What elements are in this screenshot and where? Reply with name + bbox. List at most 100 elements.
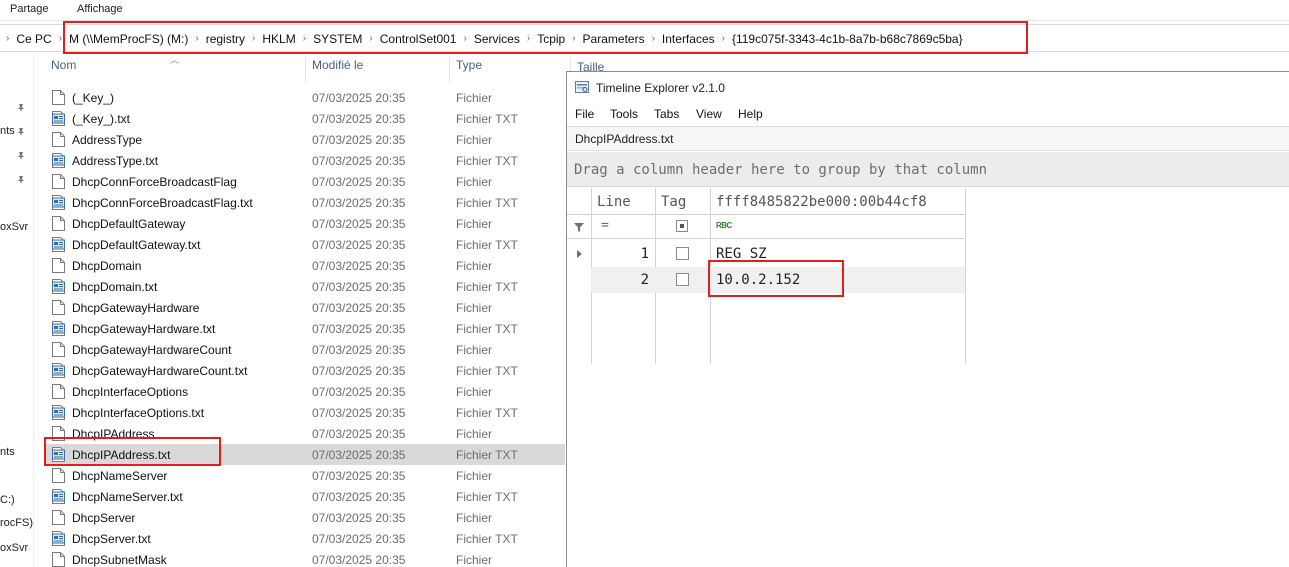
file-row[interactable]: DhcpNameServer.txt 07/03/2025 20:35 Fichie…	[44, 486, 565, 507]
menu-bar: File Tools Tabs View Help	[567, 102, 1289, 126]
file-row[interactable]: DhcpConnForceBroadcastFlag 07/03/2025 20:…	[44, 171, 565, 192]
file-row[interactable]: DhcpGatewayHardware 07/03/2025 20:35 Fichi…	[44, 297, 565, 318]
text-file-icon	[52, 195, 65, 210]
text-file-icon	[52, 363, 65, 378]
file-row[interactable]: AddressType 07/03/2025 20:35 Fichier	[44, 129, 565, 150]
path-highlight-box	[63, 21, 1028, 54]
ribbon-tab-partage[interactable]: Partage	[10, 3, 49, 15]
file-type: Fichier	[456, 469, 493, 483]
row-tag-checkbox[interactable]	[676, 273, 689, 286]
document-tab-bar: DhcpIPAddress.txt	[567, 126, 1289, 151]
file-type: Fichier TXT	[456, 280, 518, 294]
column-divider[interactable]	[449, 58, 450, 82]
nav-item-label[interactable]: oxSvr	[0, 221, 28, 233]
file-row[interactable]: (_Key_) 07/03/2025 20:35 Fichier	[44, 87, 565, 108]
menu-view[interactable]: View	[696, 107, 722, 121]
file-row[interactable]: (_Key_).txt 07/03/2025 20:35 Fichier TXT	[44, 108, 565, 129]
file-row[interactable]: AddressType.txt 07/03/2025 20:35 Fichier T…	[44, 150, 565, 171]
group-by-panel[interactable]: Drag a column header here to group by th…	[567, 152, 1289, 187]
file-modified-date: 07/03/2025 20:35	[312, 280, 406, 294]
file-modified-date: 07/03/2025 20:35	[312, 385, 406, 399]
pin-icon[interactable]	[16, 175, 26, 185]
file-name: DhcpDefaultGateway	[72, 217, 186, 231]
column-header-name[interactable]: Nom	[51, 58, 76, 80]
menu-help[interactable]: Help	[738, 107, 763, 121]
file-name: AddressType.txt	[72, 154, 159, 168]
file-modified-date: 07/03/2025 20:35	[312, 91, 406, 105]
file-name: DhcpDomain.txt	[72, 280, 158, 294]
nav-item-label[interactable]: nts	[0, 125, 15, 137]
file-row[interactable]: DhcpInterfaceOptions.txt 07/03/2025 20:35…	[44, 402, 565, 423]
string-type-filter-icon[interactable]: RBC	[716, 221, 732, 230]
line-filter-operator[interactable]: =	[601, 218, 609, 233]
nav-item-label[interactable]: nts	[0, 446, 15, 458]
file-modified-date: 07/03/2025 20:35	[312, 406, 406, 420]
column-header-value[interactable]: ffff8485822be000:00b44cf8	[716, 194, 927, 210]
cell-line: 1	[640, 246, 649, 262]
file-row[interactable]: DhcpServer 07/03/2025 20:35 Fichier	[44, 507, 565, 528]
column-header-tag[interactable]: Tag	[661, 194, 686, 210]
file-type: Fichier TXT	[456, 112, 518, 126]
blank-file-icon	[52, 132, 65, 147]
ip-value-highlight-box	[708, 260, 844, 297]
file-type: Fichier TXT	[456, 322, 518, 336]
grid-line	[965, 188, 966, 364]
chevron-right-icon[interactable]: ›	[59, 33, 62, 44]
file-modified-date: 07/03/2025 20:35	[312, 196, 406, 210]
blank-file-icon	[52, 300, 65, 315]
blank-file-icon	[52, 90, 65, 105]
blank-file-icon	[52, 552, 65, 567]
file-row[interactable]: DhcpConnForceBroadcastFlag.txt 07/03/2025…	[44, 192, 565, 213]
pin-icon[interactable]	[16, 151, 26, 161]
file-row[interactable]: DhcpDomain.txt 07/03/2025 20:35 Fichier TX…	[44, 276, 565, 297]
file-name: DhcpSubnetMask	[72, 553, 167, 567]
file-row[interactable]: DhcpDefaultGateway 07/03/2025 20:35 Fichie…	[44, 213, 565, 234]
file-modified-date: 07/03/2025 20:35	[312, 154, 406, 168]
text-file-icon	[52, 237, 65, 252]
text-file-icon	[52, 405, 65, 420]
file-row[interactable]: DhcpDefaultGateway.txt 07/03/2025 20:35 Fi…	[44, 234, 565, 255]
file-name: (_Key_).txt	[72, 112, 131, 126]
nav-item-label[interactable]: oxSvr	[0, 542, 28, 554]
column-divider[interactable]	[305, 58, 306, 82]
file-row[interactable]: DhcpGatewayHardware.txt 07/03/2025 20:35 F…	[44, 318, 565, 339]
breadcrumb-item[interactable]: Ce PC	[16, 32, 51, 46]
nav-item-label[interactable]: C:)	[0, 494, 15, 506]
navigation-pane: nts oxSvr nts C:) rocFS) ( oxSvr	[0, 53, 34, 567]
pin-icon[interactable]	[16, 127, 26, 137]
row-tag-checkbox[interactable]	[676, 247, 689, 260]
file-name: DhcpDefaultGateway.txt	[72, 238, 201, 252]
file-type: Fichier	[456, 385, 493, 399]
menu-tabs[interactable]: Tabs	[654, 107, 679, 121]
file-modified-date: 07/03/2025 20:35	[312, 490, 406, 504]
selected-file-highlight-box	[44, 437, 221, 466]
filter-icon[interactable]	[574, 223, 584, 232]
file-modified-date: 07/03/2025 20:35	[312, 427, 406, 441]
file-type: Fichier	[456, 553, 493, 567]
column-header-line[interactable]: Line	[597, 194, 631, 210]
column-header-modified[interactable]: Modifié le	[312, 58, 363, 80]
file-type: Fichier TXT	[456, 238, 518, 252]
text-file-icon	[52, 489, 65, 504]
file-row[interactable]: DhcpGatewayHardwareCount.txt 07/03/2025 2…	[44, 360, 565, 381]
file-name: DhcpServer.txt	[72, 532, 151, 546]
menu-file[interactable]: File	[575, 107, 594, 121]
timeline-explorer-app-icon	[575, 81, 589, 93]
menu-tools[interactable]: Tools	[610, 107, 638, 121]
file-row[interactable]: DhcpNameServer 07/03/2025 20:35 Fichier	[44, 465, 565, 486]
file-row[interactable]: DhcpInterfaceOptions 07/03/2025 20:35 Fich…	[44, 381, 565, 402]
ribbon-tab-affichage[interactable]: Affichage	[77, 3, 123, 15]
nav-item-label[interactable]: rocFS) (	[0, 517, 33, 529]
pin-icon[interactable]	[16, 103, 26, 113]
file-row[interactable]: DhcpServer.txt 07/03/2025 20:35 Fichier TX…	[44, 528, 565, 549]
file-row[interactable]: DhcpSubnetMask 07/03/2025 20:35 Fichier	[44, 549, 565, 567]
file-type: Fichier	[456, 259, 493, 273]
tab-dhcpipaddress[interactable]: DhcpIPAddress.txt	[575, 132, 673, 146]
tag-filter-checkbox[interactable]	[676, 220, 688, 232]
file-row[interactable]: DhcpDomain 07/03/2025 20:35 Fichier	[44, 255, 565, 276]
chevron-right-icon[interactable]: ›	[6, 33, 9, 44]
filter-row: = RBC	[567, 215, 965, 239]
window-titlebar[interactable]: Timeline Explorer v2.1.0	[567, 72, 1289, 102]
file-row[interactable]: DhcpGatewayHardwareCount 07/03/2025 20:35…	[44, 339, 565, 360]
column-header-type[interactable]: Type	[456, 58, 482, 80]
